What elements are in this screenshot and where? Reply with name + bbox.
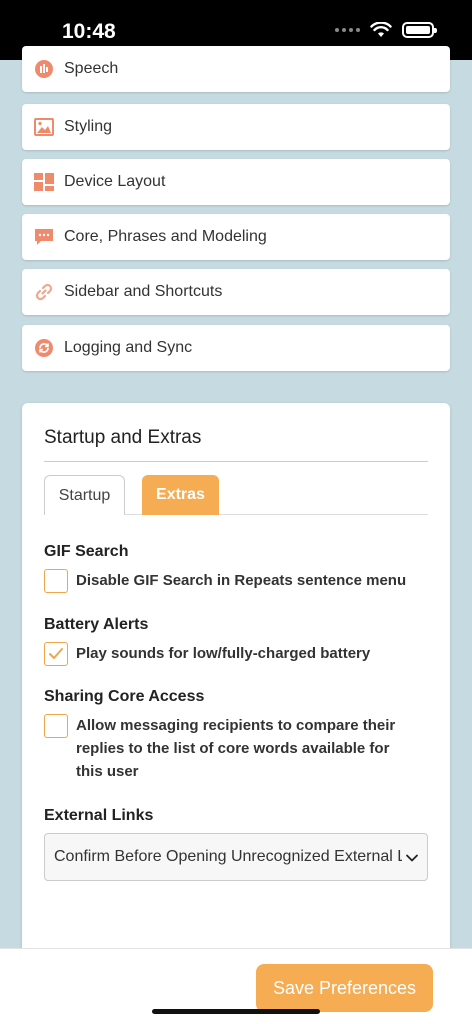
- bottom-action-bar: Save Preferences: [0, 948, 472, 1024]
- external-links-selected-value: Confirm Before Opening Unrecognized Exte…: [54, 848, 402, 865]
- battery-alerts-heading: Battery Alerts: [44, 616, 149, 633]
- signal-icon: [335, 28, 360, 32]
- menu-item-label: Core, Phrases and Modeling: [64, 228, 267, 245]
- startup-extras-panel: Startup and Extras Startup Extras GIF Se…: [22, 403, 450, 963]
- external-links-heading: External Links: [44, 807, 154, 824]
- external-links-select[interactable]: Confirm Before Opening Unrecognized Exte…: [44, 833, 428, 881]
- sync-icon: [34, 338, 54, 358]
- layout-icon: [34, 172, 54, 192]
- tab-startup[interactable]: Startup: [44, 475, 125, 515]
- menu-item-label: Logging and Sync: [64, 339, 193, 356]
- menu-item-label: Device Layout: [64, 173, 166, 190]
- battery-alerts-option-label: Play sounds for low/fully-charged batter…: [76, 645, 371, 662]
- speech-icon: [34, 59, 54, 79]
- menu-item-core-phrases[interactable]: Core, Phrases and Modeling: [22, 214, 450, 260]
- battery-icon: [402, 22, 437, 38]
- home-indicator[interactable]: [152, 1009, 320, 1014]
- menu-item-styling[interactable]: Styling: [22, 104, 450, 150]
- battery-alerts-checkbox[interactable]: [44, 642, 68, 666]
- menu-item-speech[interactable]: Speech: [22, 46, 450, 92]
- menu-item-logging-sync[interactable]: Logging and Sync: [22, 325, 450, 371]
- sharing-core-option-label: Allow messaging recipients to compare th…: [76, 717, 396, 780]
- chat-bubble-icon: [34, 227, 54, 247]
- title-divider: [44, 461, 428, 462]
- checkmark-icon: [49, 648, 63, 659]
- save-preferences-button[interactable]: Save Preferences: [256, 964, 433, 1012]
- menu-item-label: Sidebar and Shortcuts: [64, 283, 223, 300]
- menu-item-label: Speech: [64, 60, 119, 77]
- sharing-core-checkbox[interactable]: [44, 714, 68, 738]
- menu-item-label: Styling: [64, 118, 113, 135]
- tab-bar: Startup Extras: [44, 475, 428, 515]
- link-icon: [34, 282, 54, 302]
- sharing-core-option[interactable]: Allow messaging recipients to compare th…: [44, 714, 428, 783]
- gif-search-checkbox[interactable]: [44, 569, 68, 593]
- battery-alerts-option[interactable]: Play sounds for low/fully-charged batter…: [44, 642, 370, 666]
- panel-title: Startup and Extras: [44, 427, 202, 448]
- status-icons: [335, 22, 437, 38]
- gif-search-option-label: Disable GIF Search in Repeats sentence m…: [76, 572, 407, 589]
- menu-item-sidebar-shortcuts[interactable]: Sidebar and Shortcuts: [22, 269, 450, 315]
- gif-search-option[interactable]: Disable GIF Search in Repeats sentence m…: [44, 569, 406, 593]
- tab-extras[interactable]: Extras: [142, 475, 219, 515]
- status-time: 10:48: [62, 20, 116, 43]
- chevron-down-icon: [406, 854, 418, 862]
- gif-search-heading: GIF Search: [44, 543, 129, 560]
- image-icon: [34, 117, 54, 137]
- sharing-core-heading: Sharing Core Access: [44, 688, 205, 705]
- menu-item-device-layout[interactable]: Device Layout: [22, 159, 450, 205]
- wifi-icon: [370, 22, 392, 37]
